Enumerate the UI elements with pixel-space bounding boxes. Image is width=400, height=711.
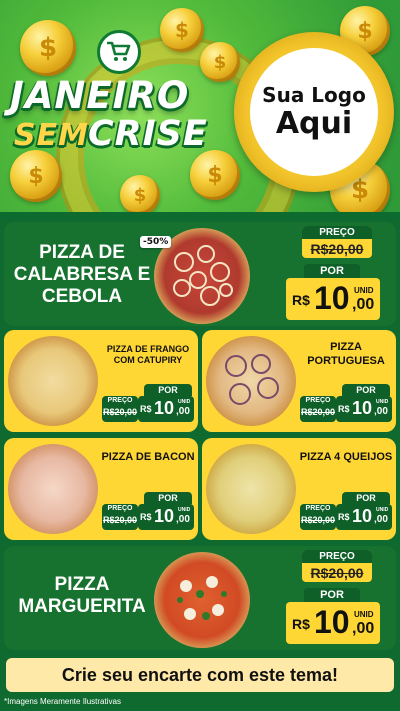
price-decimal: ,00 — [176, 406, 190, 417]
shopping-cart-icon — [97, 30, 141, 74]
old-price-value: R$20,00 — [310, 565, 364, 581]
unit-label: UNID — [376, 507, 389, 513]
pizza-image — [8, 444, 98, 534]
old-price-box: PREÇO R$20,00 — [102, 504, 138, 530]
por-label: POR — [304, 588, 360, 602]
disclaimer-text: *Imagens Meramente Ilustrativas — [4, 697, 121, 706]
pizza-image — [154, 552, 250, 648]
old-price-label: PREÇO — [107, 397, 133, 404]
old-price-box: PREÇO R$20,00 — [300, 396, 336, 422]
old-price-label: PREÇO — [107, 505, 133, 512]
unit-label: UNID — [376, 399, 389, 405]
coin-icon: $ — [120, 175, 160, 212]
coin-icon: $ — [10, 150, 62, 202]
price-integer: 10 — [352, 506, 373, 526]
price-integer: 10 — [154, 506, 175, 526]
old-price-label: PREÇO — [302, 226, 372, 239]
old-price-box: PREÇO R$20,00 — [102, 396, 138, 422]
product-name: PIZZA MARGUERITA — [18, 574, 146, 617]
product-card-frango[interactable]: PIZZA DE FRANGO COM CATUPIRY POR PREÇO R… — [4, 330, 198, 432]
coin-icon: $ — [160, 8, 204, 52]
unit-label: UNID — [178, 507, 191, 513]
discount-badge: -50% — [140, 236, 172, 248]
campaign-title-line1: JANEIRO — [10, 74, 190, 117]
campaign-title-sem: SEM — [14, 118, 89, 153]
new-price-box: R$ 10 UNID ,00 — [286, 278, 380, 320]
price-decimal: ,00 — [176, 514, 190, 525]
price-integer: 10 — [154, 398, 175, 418]
logo-text-line1: Sua Logo — [262, 83, 366, 107]
new-price-box: R$ 10 UNID ,00 — [336, 504, 392, 530]
old-price-value: R$20,00 — [102, 515, 138, 525]
currency-symbol: R$ — [338, 512, 350, 522]
currency-symbol: R$ — [338, 404, 350, 414]
product-card-portuguesa[interactable]: PIZZA PORTUGUESA POR PREÇO R$20,00 R$ 10… — [202, 330, 396, 432]
coin-icon: $ — [200, 42, 240, 82]
price-decimal: ,00 — [374, 406, 388, 417]
price-decimal: ,00 — [352, 620, 375, 637]
price-decimal: ,00 — [374, 514, 388, 525]
old-price-label: PREÇO — [305, 397, 331, 404]
product-card-calabresa[interactable]: PIZZA DE CALABRESA E CEBOLA -50% PREÇO R… — [4, 222, 396, 326]
old-price-value: R$20,00 — [310, 241, 364, 257]
por-label: POR — [144, 492, 192, 504]
por-label: POR — [144, 384, 192, 396]
old-price-box: PREÇO R$20,00 — [302, 550, 372, 582]
unit-label: UNID — [354, 286, 374, 295]
logo-text-line2: Aqui — [275, 106, 353, 141]
pizza-image — [8, 336, 98, 426]
price-integer: 10 — [314, 280, 350, 316]
price-integer: 10 — [314, 604, 350, 640]
currency-symbol: R$ — [140, 404, 152, 414]
product-name: PIZZA DE FRANGO COM CATUPIRY — [106, 344, 190, 365]
coin-icon: $ — [190, 150, 240, 200]
currency-symbol: R$ — [292, 616, 310, 632]
product-name: PIZZA DE CALABRESA E CEBOLA — [13, 242, 151, 307]
new-price-box: R$ 10 UNID ,00 — [138, 396, 194, 422]
old-price-value: R$20,00 — [300, 515, 336, 525]
coin-icon: $ — [20, 20, 76, 76]
currency-symbol: R$ — [292, 292, 310, 308]
old-price-label: PREÇO — [305, 505, 331, 512]
product-name: PIZZA 4 QUEIJOS — [299, 451, 393, 463]
product-card-4queijos[interactable]: PIZZA 4 QUEIJOS POR PREÇO R$20,00 R$ 10 … — [202, 438, 396, 540]
logo-placeholder-inner: Sua Logo Aqui — [250, 48, 378, 176]
old-price-label: PREÇO — [302, 550, 372, 563]
product-card-marguerita[interactable]: PIZZA MARGUERITA PREÇO R$20,00 POR R$ 10… — [4, 546, 396, 650]
old-price-value: R$20,00 — [102, 407, 138, 417]
old-price-value: R$20,00 — [300, 407, 336, 417]
price-integer: 10 — [352, 398, 373, 418]
por-label: POR — [342, 384, 390, 396]
new-price-box: R$ 10 UNID ,00 — [286, 602, 380, 644]
call-to-action-banner[interactable]: Crie seu encarte com este tema! — [6, 658, 394, 692]
campaign-title-crise: CRISE — [88, 114, 208, 154]
unit-label: UNID — [178, 399, 191, 405]
new-price-box: R$ 10 UNID ,00 — [138, 504, 194, 530]
old-price-box: PREÇO R$20,00 — [302, 226, 372, 258]
por-label: POR — [342, 492, 390, 504]
unit-label: UNID — [354, 610, 374, 619]
product-name: PIZZA PORTUGUESA — [307, 341, 385, 367]
currency-symbol: R$ — [140, 512, 152, 522]
logo-placeholder[interactable]: Sua Logo Aqui — [234, 32, 394, 192]
product-card-bacon[interactable]: PIZZA DE BACON POR PREÇO R$20,00 R$ 10 U… — [4, 438, 198, 540]
divider — [0, 212, 400, 220]
new-price-box: R$ 10 UNID ,00 — [336, 396, 392, 422]
price-decimal: ,00 — [352, 296, 375, 313]
por-label: POR — [304, 264, 360, 278]
product-name: PIZZA DE BACON — [101, 451, 195, 463]
old-price-box: PREÇO R$20,00 — [300, 504, 336, 530]
pizza-image — [206, 336, 296, 426]
flyer: $ $ $ $ $ $ $ $ JANEIRO SEM CRISE Sua Lo… — [0, 0, 400, 711]
hero-banner: $ $ $ $ $ $ $ $ JANEIRO SEM CRISE Sua Lo… — [0, 0, 400, 212]
pizza-image — [206, 444, 296, 534]
